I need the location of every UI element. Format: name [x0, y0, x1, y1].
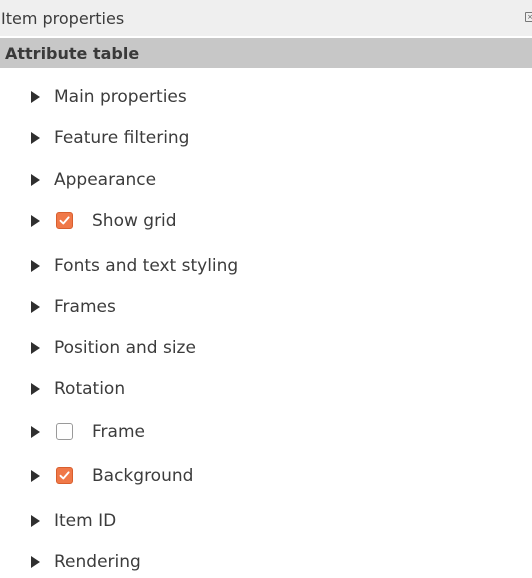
expand-arrow-icon[interactable]: [31, 215, 40, 227]
expand-arrow-icon[interactable]: [31, 515, 40, 527]
group-position-and-size[interactable]: Position and size: [0, 332, 532, 364]
group-show-grid[interactable]: Show grid: [0, 205, 532, 237]
group-label: Background: [92, 466, 194, 486]
item-properties-panel: Item properties × Attribute table Main p…: [0, 0, 532, 578]
group-rotation[interactable]: Rotation: [0, 373, 532, 405]
panel-titlebar: Item properties ×: [0, 0, 532, 36]
group-label: Frames: [54, 297, 116, 317]
expand-arrow-icon[interactable]: [31, 301, 40, 313]
expand-arrow-icon[interactable]: [31, 556, 40, 568]
group-fonts-and-text-styling[interactable]: Fonts and text styling: [0, 250, 532, 282]
group-label: Rotation: [54, 379, 126, 399]
panel-title: Item properties: [1, 9, 125, 28]
expand-arrow-icon[interactable]: [31, 132, 40, 144]
close-icon[interactable]: ×: [525, 12, 532, 22]
group-appearance[interactable]: Appearance: [0, 164, 532, 196]
frame-checkbox[interactable]: [56, 423, 73, 440]
expand-arrow-icon[interactable]: [31, 174, 40, 186]
group-label: Fonts and text styling: [54, 256, 239, 276]
expand-arrow-icon[interactable]: [31, 470, 40, 482]
expand-arrow-icon[interactable]: [31, 383, 40, 395]
group-frames[interactable]: Frames: [0, 291, 532, 323]
expand-arrow-icon[interactable]: [31, 342, 40, 354]
expand-arrow-icon[interactable]: [31, 426, 40, 438]
group-main-properties[interactable]: Main properties: [0, 81, 532, 113]
section-title: Attribute table: [5, 44, 140, 63]
group-frame[interactable]: Frame: [0, 416, 532, 448]
group-background[interactable]: Background: [0, 460, 532, 492]
expand-arrow-icon[interactable]: [31, 91, 40, 103]
group-label: Rendering: [54, 552, 141, 572]
show-grid-checkbox[interactable]: [56, 212, 73, 229]
group-label: Appearance: [54, 170, 157, 190]
section-header[interactable]: Attribute table: [0, 38, 532, 68]
expand-arrow-icon[interactable]: [31, 260, 40, 272]
group-label: Frame: [92, 422, 145, 442]
group-label: Feature filtering: [54, 128, 190, 148]
group-feature-filtering[interactable]: Feature filtering: [0, 122, 532, 154]
group-label: Show grid: [92, 211, 177, 231]
group-item-id[interactable]: Item ID: [0, 505, 532, 537]
group-label: Position and size: [54, 338, 196, 358]
background-checkbox[interactable]: [56, 467, 73, 484]
group-rendering[interactable]: Rendering: [0, 546, 532, 578]
group-label: Main properties: [54, 87, 187, 107]
group-label: Item ID: [54, 511, 117, 531]
